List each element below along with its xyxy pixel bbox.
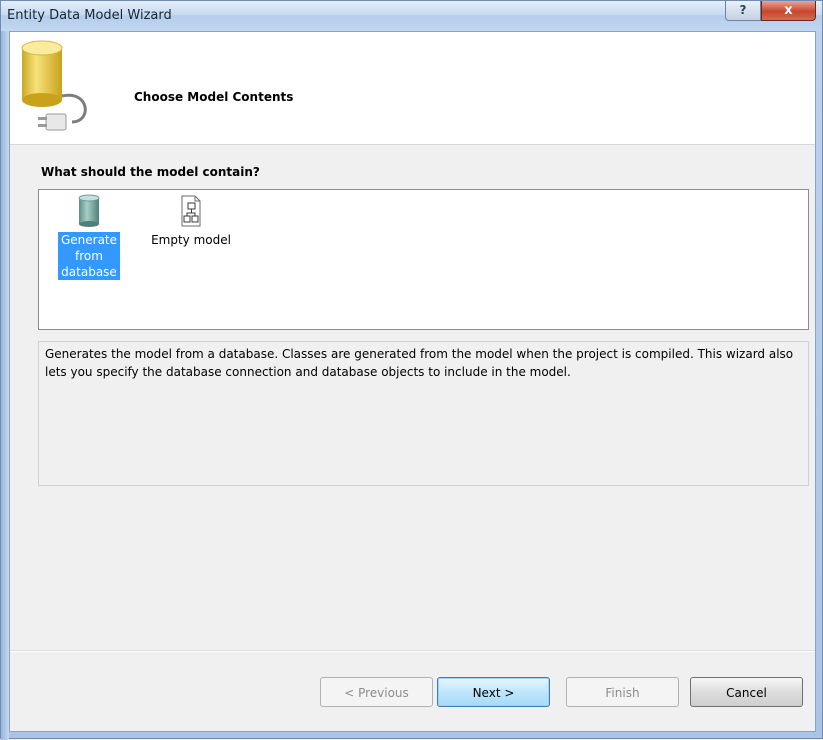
question-label: What should the model contain?: [41, 165, 260, 179]
database-plug-icon: [21, 40, 87, 131]
choice-empty-model[interactable]: Empty model: [143, 194, 239, 248]
wizard-header: Choose Model Contents: [10, 32, 815, 145]
title-bar[interactable]: Entity Data Model Wizard ? x: [1, 1, 822, 31]
page-title: Choose Model Contents: [134, 90, 294, 104]
close-button[interactable]: x: [761, 1, 816, 21]
model-contents-list[interactable]: Generate from database Empty model: [38, 189, 809, 330]
choice-label-generate: Generate from database: [58, 232, 120, 280]
footer-divider: [10, 650, 815, 652]
next-button[interactable]: Next >: [437, 677, 550, 707]
window-border: [1, 31, 9, 740]
diagram-icon: [181, 195, 201, 227]
database-icon: [78, 194, 100, 227]
choice-label-empty: Empty model: [151, 233, 231, 247]
choice-description: Generates the model from a database. Cla…: [38, 341, 809, 486]
wizard-window: Entity Data Model Wizard ? x Choose Mode…: [0, 0, 823, 740]
window-title: Entity Data Model Wizard: [7, 8, 172, 23]
help-button[interactable]: ?: [725, 1, 761, 21]
choice-generate-from-database[interactable]: Generate from database: [55, 194, 123, 280]
finish-button[interactable]: Finish: [566, 677, 679, 707]
previous-button[interactable]: < Previous: [320, 677, 433, 707]
wizard-client-area: Choose Model Contents What should the mo…: [9, 31, 816, 732]
cancel-button[interactable]: Cancel: [690, 677, 803, 707]
